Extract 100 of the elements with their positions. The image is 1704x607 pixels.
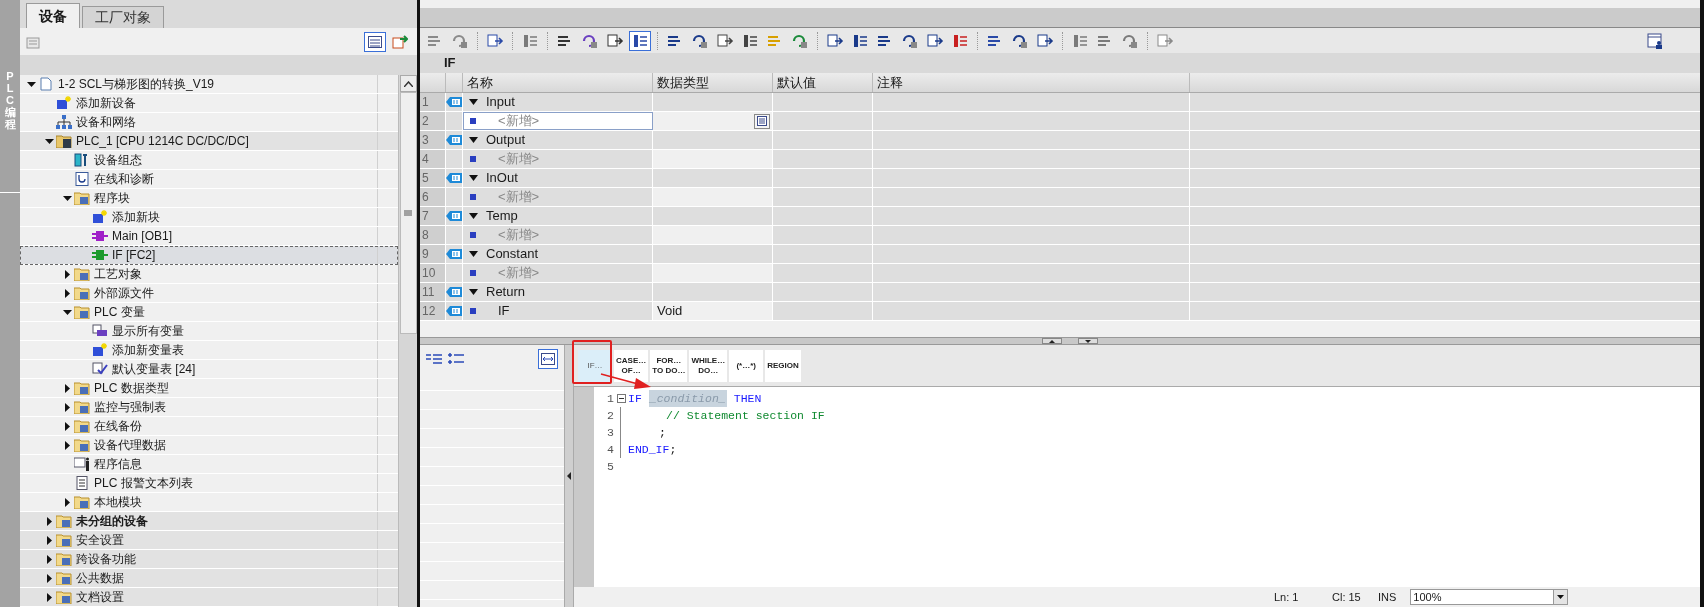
collapsed-arrow-icon[interactable] <box>62 383 72 393</box>
tree-item[interactable]: 程序信息 <box>20 455 398 474</box>
tree-item[interactable]: 工艺对象 <box>20 265 398 284</box>
tree-item[interactable]: PLC 报警文本列表 <box>20 474 398 493</box>
scroll-up-icon[interactable] <box>403 80 413 87</box>
expanded-arrow-icon[interactable] <box>469 99 478 105</box>
tree-item[interactable]: 添加新设备 <box>20 94 398 113</box>
collapsed-arrow-icon[interactable] <box>44 592 54 602</box>
tree-item[interactable]: 默认变量表 [24] <box>20 360 398 379</box>
table-row[interactable]: 9 Constant <box>420 245 1700 264</box>
collapsed-arrow-icon[interactable] <box>44 573 54 583</box>
column-header[interactable]: 注释 <box>873 73 1190 92</box>
details-view-button[interactable] <box>364 31 386 52</box>
snippet-button[interactable]: IF… <box>578 349 612 382</box>
tab[interactable]: 工厂对象 <box>82 6 164 28</box>
expanded-arrow-icon[interactable] <box>469 175 478 181</box>
tree-item[interactable]: 在线和诊断 <box>20 170 398 189</box>
zoom-dropdown[interactable]: 100% <box>1410 589 1569 605</box>
splitter-down-button[interactable] <box>1078 338 1098 344</box>
snippet-button[interactable]: (*…*) <box>729 349 764 382</box>
snippet-button[interactable]: WHILE… DO… <box>689 349 728 382</box>
collapsed-arrow-icon[interactable] <box>62 269 72 279</box>
down-triangle-icon[interactable] <box>1085 339 1091 343</box>
expanded-arrow-icon[interactable] <box>26 79 36 89</box>
tree-item[interactable]: 程序块 <box>20 189 398 208</box>
tree-item[interactable]: PLC 变量 <box>20 303 398 322</box>
collapsed-arrow-icon[interactable] <box>44 516 54 526</box>
tree-item[interactable]: 监控与强制表 <box>20 398 398 417</box>
row-number: 1 <box>420 93 446 111</box>
table-row[interactable]: 5 InOut <box>420 169 1700 188</box>
tree-item[interactable]: IF [FC2] <box>20 246 398 265</box>
expanded-arrow-icon[interactable] <box>469 213 478 219</box>
section-name: Return <box>486 283 526 302</box>
stethoscope-icon <box>74 172 90 186</box>
tree-item[interactable]: PLC_1 [CPU 1214C DC/DC/DC] <box>20 132 398 151</box>
collapsed-arrow-icon[interactable] <box>62 440 72 450</box>
sync-toggle-button[interactable] <box>538 348 558 369</box>
column-header[interactable]: 数据类型 <box>653 73 773 92</box>
tab[interactable]: 设备 <box>26 3 80 28</box>
indent-list-icon[interactable] <box>426 352 442 365</box>
code-editor[interactable]: 1 IF _condition_ THEN 2 // Statement section IF 3 ; 4 END_IF; 5 <box>594 387 1700 587</box>
collapse-left-icon[interactable] <box>567 472 571 480</box>
collapsed-arrow-icon[interactable] <box>44 554 54 564</box>
name-cell[interactable]: <新增> <box>463 112 653 130</box>
name-cell[interactable]: Constant <box>463 245 653 263</box>
table-row[interactable]: 2 <新增> <box>420 112 1700 131</box>
snippet-button[interactable]: REGION <box>765 349 801 382</box>
table-row[interactable]: 11 Return <box>420 283 1700 302</box>
name-cell[interactable]: Input <box>463 93 653 111</box>
expanded-arrow-icon[interactable] <box>469 251 478 257</box>
table-row[interactable]: 7 Temp <box>420 207 1700 226</box>
name-cell[interactable]: Return <box>463 283 653 301</box>
tree-item[interactable]: PLC 数据类型 <box>20 379 398 398</box>
tree-item[interactable]: 安全设置 <box>20 531 398 550</box>
tree-item[interactable]: 文档设置 <box>20 588 398 607</box>
tree-item[interactable]: 未分组的设备 <box>20 512 398 531</box>
tree-item[interactable]: 本地模块 <box>20 493 398 512</box>
collapsed-arrow-icon[interactable] <box>62 497 72 507</box>
folder-icon <box>56 552 72 566</box>
expanded-arrow-icon[interactable] <box>62 307 72 317</box>
snippet-button[interactable]: CASE… OF… <box>614 349 649 382</box>
tree-item[interactable]: 跨设备功能 <box>20 550 398 569</box>
tree-item-label: 1-2 SCL与梯形图的转换_V19 <box>58 76 215 93</box>
collapsed-arrow-icon[interactable] <box>62 421 72 431</box>
name-cell[interactable]: Temp <box>463 207 653 225</box>
dropdown-arrow-icon[interactable] <box>1557 595 1565 599</box>
splitter-up-button[interactable] <box>1042 338 1062 344</box>
tree-item[interactable]: 设备组态 <box>20 151 398 170</box>
expanded-arrow-icon[interactable] <box>44 136 54 146</box>
tree-item[interactable]: 添加新块 <box>20 208 398 227</box>
collapsed-arrow-icon[interactable] <box>44 535 54 545</box>
tree-item[interactable]: 外部源文件 <box>20 284 398 303</box>
tree-item[interactable]: 公共数据 <box>20 569 398 588</box>
add-new-placeholder[interactable]: <新增> <box>498 111 540 131</box>
up-triangle-icon[interactable] <box>1049 339 1055 343</box>
scrollbar[interactable] <box>398 75 417 607</box>
column-header[interactable]: 名称 <box>463 73 653 92</box>
module-wrench-icon <box>74 153 90 167</box>
fold-toggle-icon[interactable] <box>616 394 626 403</box>
name-cell[interactable]: InOut <box>463 169 653 187</box>
tree-item[interactable]: Main [OB1] <box>20 227 398 246</box>
snippet-button[interactable]: FOR… TO DO… <box>650 349 688 382</box>
tree-item[interactable]: 设备和网络 <box>20 113 398 132</box>
tree-item[interactable]: 显示所有变量 <box>20 322 398 341</box>
table-row[interactable]: 12 IF Void <box>420 302 1700 321</box>
table-row[interactable]: 1 Input <box>420 93 1700 112</box>
tree-item[interactable]: 在线备份 <box>20 417 398 436</box>
tree-item[interactable]: 设备代理数据 <box>20 436 398 455</box>
expanded-arrow-icon[interactable] <box>62 193 72 203</box>
collapsed-arrow-icon[interactable] <box>62 402 72 412</box>
table-row[interactable]: 3 Output <box>420 131 1700 150</box>
expanded-arrow-icon[interactable] <box>469 137 478 143</box>
outdent-list-icon[interactable] <box>448 352 464 365</box>
type-picker-button[interactable] <box>754 113 770 129</box>
tree-item[interactable]: 添加新变量表 <box>20 341 398 360</box>
collapsed-arrow-icon[interactable] <box>62 288 72 298</box>
name-cell[interactable]: Output <box>463 131 653 149</box>
tree-item[interactable]: 1-2 SCL与梯形图的转换_V19 <box>20 75 398 94</box>
column-header[interactable]: 默认值 <box>773 73 873 92</box>
expanded-arrow-icon[interactable] <box>469 289 478 295</box>
